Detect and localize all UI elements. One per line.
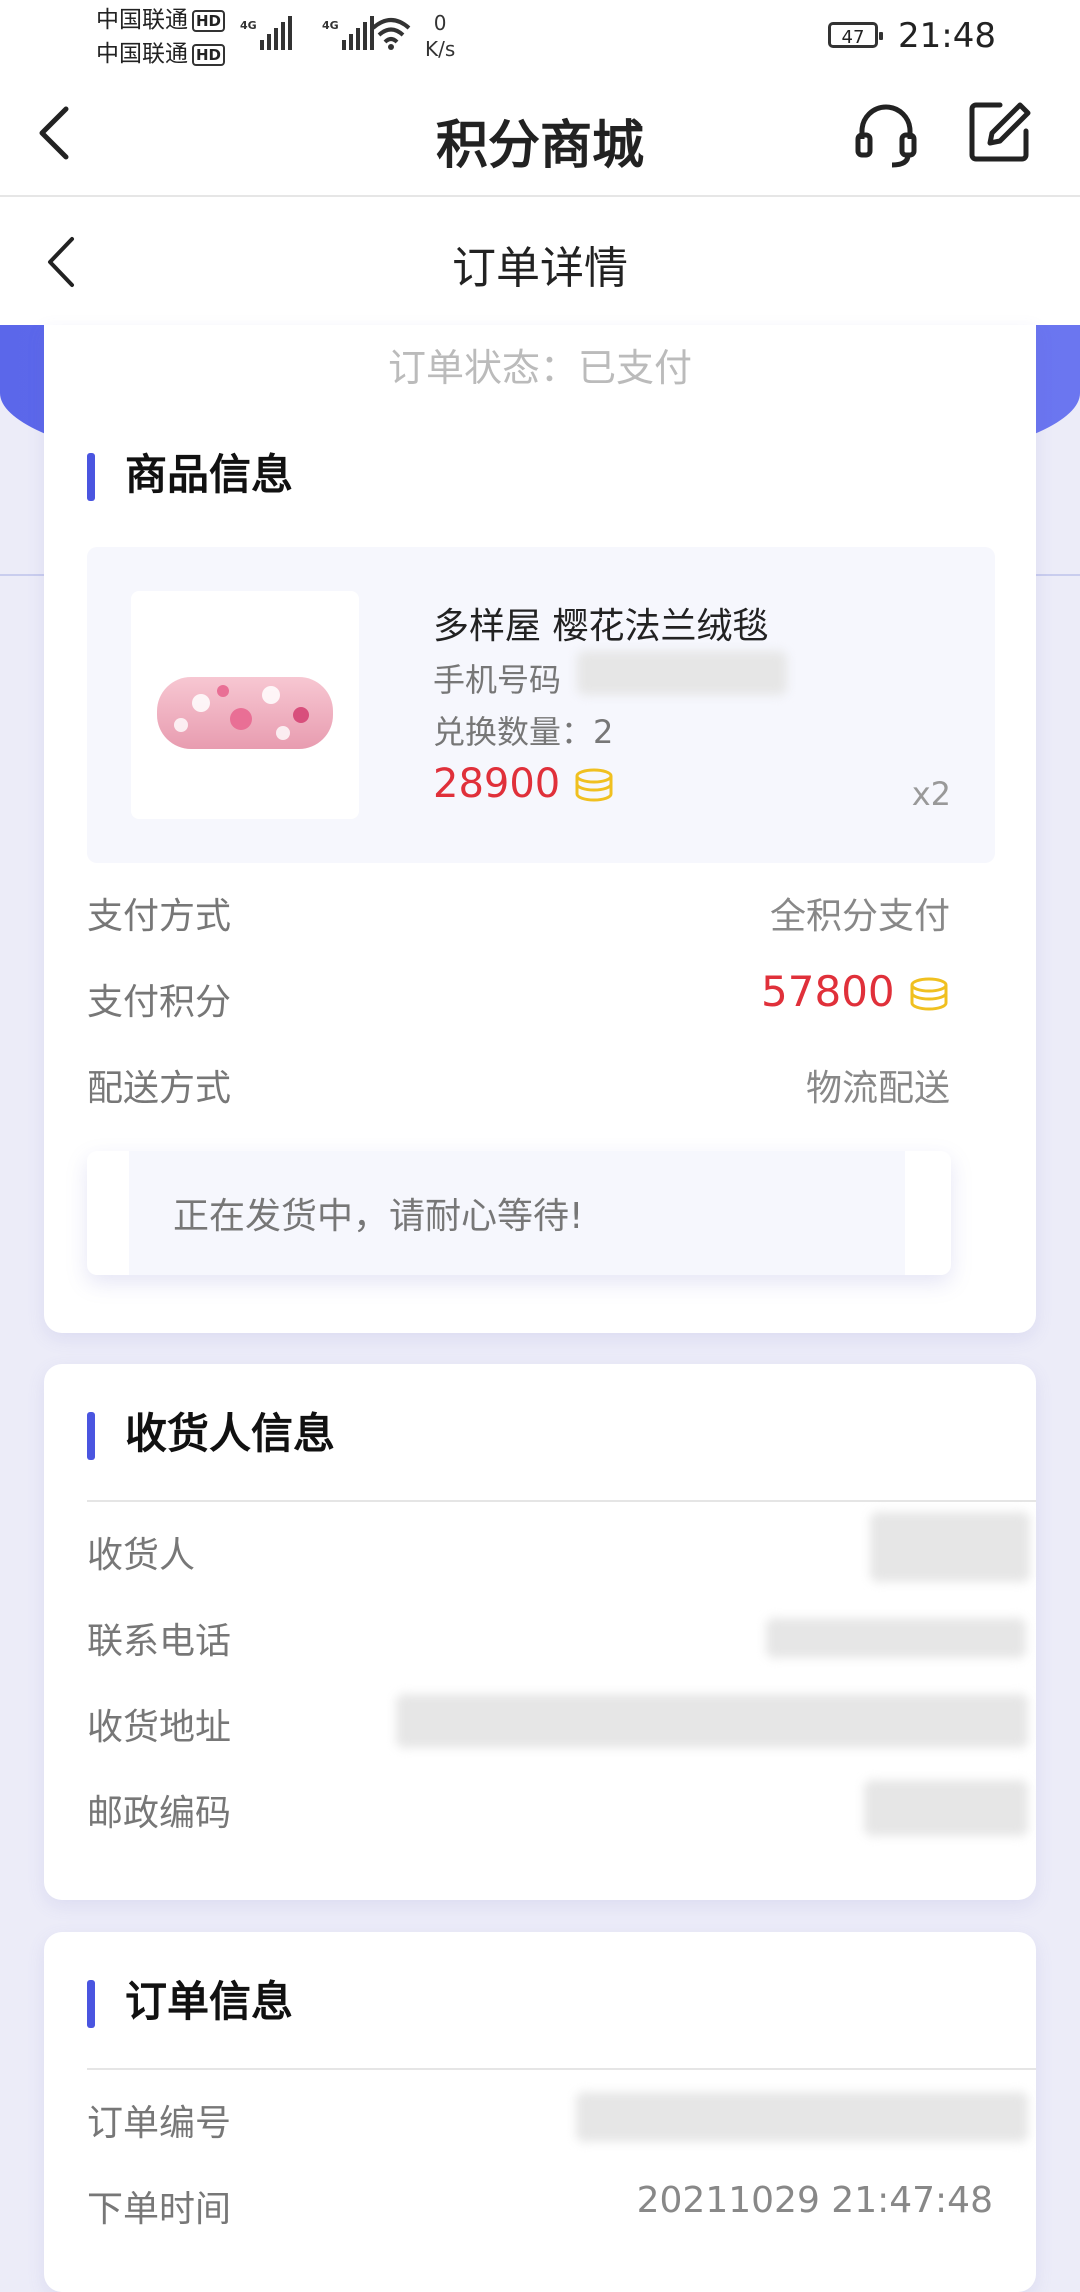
receiver-phone-label: 联系电话 — [87, 1621, 232, 1662]
carrier-1: 中国联通 HD — [96, 9, 226, 32]
receiver-postcode-label: 邮政编码 — [87, 1793, 232, 1834]
receiver-address-label: 收货地址 — [87, 1707, 232, 1748]
redacted-postcode — [864, 1780, 1028, 1836]
pay-points-value: 57800 — [761, 967, 950, 1016]
product-quantity: 兑换数量：2 — [433, 713, 614, 751]
goods-card: 订单状态：已支付 商品信息 多样屋 樱花法兰绒毯 手机号码 兑换数量：2 289… — [44, 325, 1036, 1333]
sub-header: 订单详情 — [0, 197, 1080, 325]
points-coin-icon — [575, 768, 613, 802]
section-accent-bar — [87, 453, 95, 501]
network-type: 4G — [322, 19, 339, 32]
section-accent-bar — [87, 1412, 95, 1460]
hd-badge: HD — [192, 43, 226, 66]
hd-badge: HD — [192, 9, 226, 32]
pay-method-label: 支付方式 — [87, 896, 232, 937]
delivery-label: 配送方式 — [87, 1068, 232, 1109]
product-image — [131, 591, 359, 819]
wifi-icon — [371, 18, 411, 50]
clock: 21:48 — [898, 16, 996, 56]
battery-icon: 47 — [828, 22, 883, 48]
order-time-label: 下单时间 — [87, 2189, 232, 2230]
pay-method-value: 全积分支付 — [769, 896, 950, 937]
pay-points-label: 支付积分 — [87, 982, 232, 1023]
section-accent-bar — [87, 1980, 95, 2028]
divider — [87, 2068, 1036, 2070]
product-price: 28900 — [433, 761, 615, 807]
receiver-name-label: 收货人 — [87, 1535, 196, 1576]
points-coin-icon — [910, 977, 948, 1010]
section-title: 商品信息 — [125, 450, 294, 499]
product-name: 多样屋 樱花法兰绒毯 — [433, 606, 769, 647]
app-bar: 积分商城 — [0, 75, 1080, 197]
signal-icon: 4G — [240, 16, 292, 50]
section-title: 订单信息 — [125, 1977, 294, 2026]
redacted-phone — [577, 651, 787, 695]
divider — [87, 1500, 1036, 1502]
product-phone-label: 手机号码 — [433, 661, 562, 699]
order-status: 订单状态：已支付 — [387, 346, 692, 390]
section-title: 收货人信息 — [125, 1409, 336, 1458]
order-info-card: 订单信息 订单编号 下单时间 20211029 21:47:48 — [44, 1932, 1036, 2292]
network-type: 4G — [240, 19, 257, 32]
receiver-card: 收货人信息 收货人 联系电话 收货地址 邮政编码 — [44, 1364, 1036, 1900]
status-bar: 中国联通 HD 中国联通 HD 4G 4G 0 K/s 47 21:48 — [0, 0, 1080, 75]
redacted-receiver-address — [396, 1694, 1028, 1748]
redacted-order-number — [576, 2092, 1028, 2142]
product-multiplier: x2 — [911, 775, 951, 813]
customer-service-icon[interactable] — [850, 99, 922, 171]
redacted-receiver-name — [870, 1512, 1030, 1582]
order-time-value: 20211029 21:47:48 — [636, 2180, 993, 2221]
order-detail-title: 订单详情 — [452, 243, 628, 294]
shipping-notice-text: 正在发货中，请耐心等待! — [173, 1196, 584, 1237]
redacted-receiver-phone — [766, 1618, 1026, 1658]
delivery-value: 物流配送 — [805, 1068, 950, 1109]
order-number-label: 订单编号 — [87, 2103, 232, 2144]
edit-icon[interactable] — [966, 99, 1032, 165]
net-speed: 0 K/s — [425, 11, 456, 61]
product-item[interactable]: 多样屋 樱花法兰绒毯 手机号码 兑换数量：2 28900 x2 — [87, 547, 995, 863]
shipping-notice: 正在发货中，请耐心等待! — [87, 1151, 951, 1275]
carrier-2: 中国联通 HD — [96, 43, 226, 66]
